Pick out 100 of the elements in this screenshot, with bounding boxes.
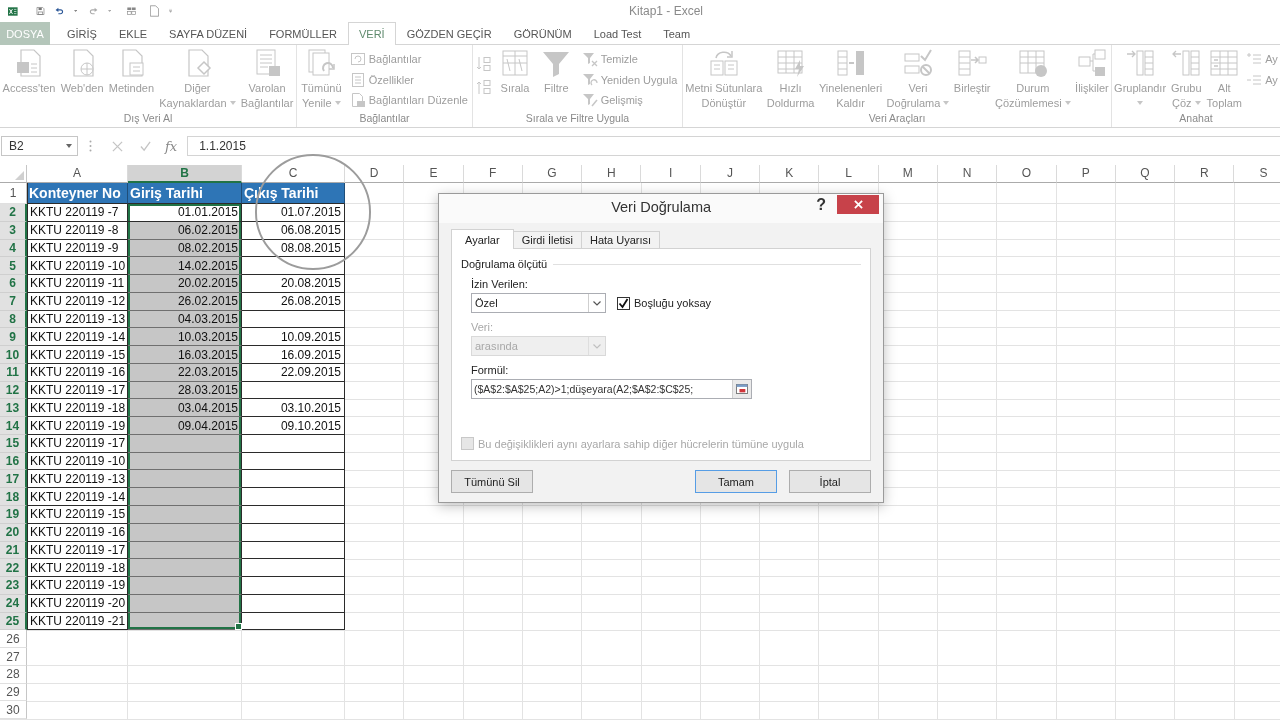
refresh-icon xyxy=(305,47,338,79)
column-header[interactable]: C xyxy=(242,165,345,183)
ribbon-tab[interactable]: GİRİŞ xyxy=(56,22,108,45)
dialog-tab[interactable]: Hata Uyarısı xyxy=(581,231,661,248)
ribbon-tab[interactable]: Load Test xyxy=(582,22,653,45)
table-cell: KKTU 220119 -10 xyxy=(27,257,128,276)
column-header[interactable]: B xyxy=(128,165,242,183)
table-arrow-icon xyxy=(956,47,989,79)
cross-icon[interactable] xyxy=(112,140,123,152)
header-cell: Çıkış Tarihi xyxy=(242,183,345,204)
row-header[interactable]: 9 xyxy=(0,328,27,347)
arrow-table-icon xyxy=(1170,47,1203,79)
table-cell: 20.08.2015 xyxy=(242,275,345,293)
column-header[interactable]: G xyxy=(522,165,583,183)
table-cell: 03.10.2015 xyxy=(242,399,345,418)
allow-dropdown[interactable]: Özel xyxy=(471,293,606,313)
table-cell: 20.02.2015 xyxy=(128,275,242,293)
column-header[interactable]: P xyxy=(1056,165,1116,183)
fill-handle-icon[interactable] xyxy=(235,623,242,631)
table-cell: KKTU 220119 -13 xyxy=(27,470,128,489)
column-header[interactable]: L xyxy=(819,165,879,183)
dialog-tab[interactable]: Ayarlar xyxy=(451,229,514,249)
grid-icon[interactable] xyxy=(126,4,136,18)
table-cell: KKTU 220119 -18 xyxy=(27,559,128,578)
ribbon-tab[interactable]: GÖRÜNÜM xyxy=(502,22,583,45)
table-cell: KKTU 220119 -15 xyxy=(27,346,128,364)
grid-icon xyxy=(499,47,531,79)
row-header[interactable]: 6 xyxy=(0,275,27,293)
row-header[interactable]: 18 xyxy=(0,488,27,506)
funnel-icon xyxy=(581,92,598,109)
formula-input[interactable]: ($A$2:$A$25;A2)>1;düşeyara(A2;$A$2:$C$25; xyxy=(471,379,752,399)
table-cell: KKTU 220119 -11 xyxy=(27,275,128,293)
close-button[interactable] xyxy=(837,195,879,214)
column-header[interactable]: F xyxy=(463,165,523,183)
caret-icon[interactable] xyxy=(66,144,72,148)
row-header[interactable]: 10 xyxy=(0,346,27,364)
column-header[interactable]: H xyxy=(582,165,642,183)
arrow-table-icon xyxy=(1124,47,1157,79)
document-icon[interactable] xyxy=(149,4,159,18)
column-header[interactable]: S xyxy=(1234,165,1280,183)
formula-field[interactable]: 1.1.2015 xyxy=(187,136,1280,156)
table-icon xyxy=(1208,47,1241,79)
drag-handle-icon[interactable] xyxy=(89,140,92,152)
row-header[interactable]: 22 xyxy=(0,559,27,578)
column-header[interactable]: E xyxy=(404,165,464,183)
close-icon xyxy=(853,200,863,209)
row-header[interactable]: 13 xyxy=(0,399,27,418)
row-header[interactable]: 17 xyxy=(0,470,27,489)
column-header[interactable]: I xyxy=(641,165,701,183)
row-header[interactable]: 14 xyxy=(0,417,27,435)
ribbon-group-label: Bağlantılar xyxy=(358,111,411,126)
checkbox[interactable] xyxy=(617,296,630,310)
table-cell: KKTU 220119 -18 xyxy=(27,399,128,418)
ribbon-group-label: Dış Veri Al xyxy=(122,111,174,126)
chevron-icon xyxy=(593,300,601,306)
ribbon-tab[interactable]: EKLE xyxy=(107,22,159,45)
funnel-cross-icon xyxy=(581,51,598,68)
table-cell: 09.04.2015 xyxy=(128,417,242,435)
check-icon[interactable] xyxy=(140,140,151,152)
column-header[interactable]: M xyxy=(878,165,938,183)
window-title: Kitap1 - Excel xyxy=(627,4,704,18)
row-header[interactable]: 5 xyxy=(0,257,27,276)
dialog-title: Veri Doğrulama xyxy=(610,198,713,217)
column-header[interactable]: R xyxy=(1175,165,1235,183)
range-select-button[interactable] xyxy=(732,380,751,398)
ribbon-tab[interactable]: FORMÜLLER xyxy=(258,22,348,45)
refresh-box-icon xyxy=(349,51,366,68)
column-header[interactable]: D xyxy=(345,165,405,183)
ribbon-tab[interactable]: Team xyxy=(652,22,702,45)
row-header[interactable]: 23 xyxy=(0,577,27,595)
ok-button[interactable]: Tamam xyxy=(695,470,777,493)
insert-function-button[interactable]: fx xyxy=(163,138,180,154)
column-header[interactable]: A xyxy=(27,165,128,183)
name-box[interactable]: B2 xyxy=(1,136,78,156)
row-header[interactable]: 2 xyxy=(0,204,27,222)
select-all-icon[interactable] xyxy=(15,171,24,180)
column-header[interactable]: J xyxy=(700,165,761,183)
row-header[interactable]: 30 xyxy=(0,701,27,720)
ribbon-tab[interactable]: GÖZDEN GEÇİR xyxy=(395,22,503,45)
column-header[interactable]: Q xyxy=(1115,165,1176,183)
table-cell: 16.09.2015 xyxy=(242,346,345,364)
header-cell: Giriş Tarihi xyxy=(128,183,242,204)
row-header[interactable]: 19 xyxy=(0,506,27,524)
ribbon-tab[interactable]: SAYFA DÜZENİ xyxy=(158,22,259,45)
table-cell: 16.03.2015 xyxy=(128,346,242,364)
clear-all-button[interactable]: Tümünü Sil xyxy=(451,470,533,493)
chevron-icon xyxy=(593,343,601,349)
cancel-button[interactable]: İptal xyxy=(789,470,871,493)
caret-icon[interactable] xyxy=(73,9,77,13)
funnel-refresh-icon xyxy=(581,71,598,88)
ribbon-tab[interactable]: VERİ xyxy=(348,22,396,45)
header-cell: Konteyner No xyxy=(27,183,128,204)
table-cell: 03.04.2015 xyxy=(128,399,242,418)
save-icon[interactable] xyxy=(35,4,45,18)
column-header[interactable]: K xyxy=(760,165,820,183)
help-button[interactable]: ? xyxy=(811,195,831,215)
column-header[interactable]: O xyxy=(997,165,1057,183)
table-lightning-icon xyxy=(774,47,807,79)
column-header[interactable]: N xyxy=(937,165,998,183)
checkbox-label: Boşluğu yoksay xyxy=(634,297,712,309)
